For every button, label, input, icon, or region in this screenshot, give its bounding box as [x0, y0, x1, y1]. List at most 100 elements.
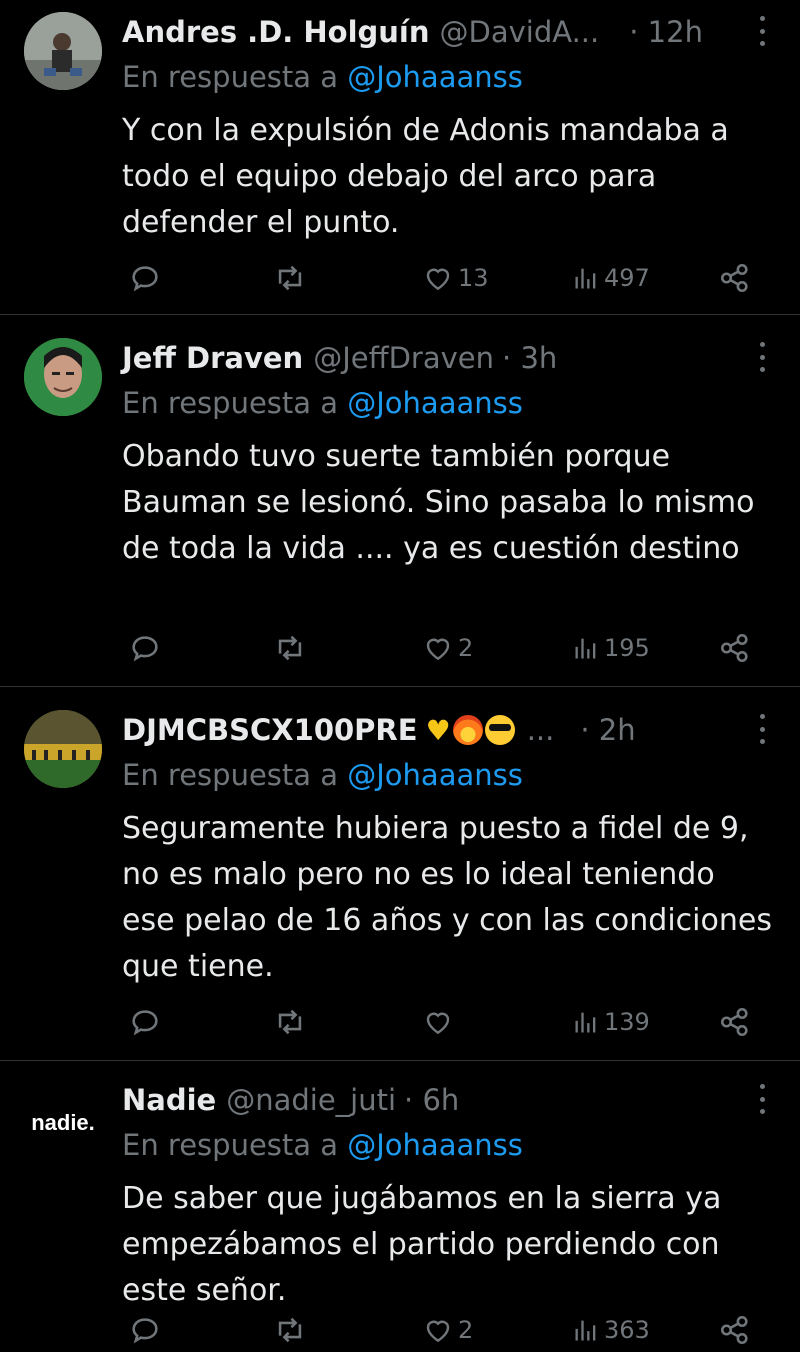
name-overflow: ... — [526, 713, 555, 747]
display-name[interactable]: Andres .D. Holguín — [122, 15, 430, 49]
tweet[interactable]: Jeff Draven @JeffDraven · 3h En respuest… — [0, 338, 800, 678]
tweet-header: Jeff Draven @JeffDraven · 3h — [122, 338, 740, 378]
reply-context: En respuesta a @Johaaanss — [122, 1128, 523, 1162]
fire-emoji-icon — [452, 715, 483, 745]
like-icon — [426, 638, 450, 661]
reply-prefix: En respuesta a — [122, 1128, 339, 1162]
like-button[interactable]: 13 — [422, 258, 489, 298]
tweet-text: Y con la expulsión de Adonis mandaba a t… — [122, 113, 729, 240]
retweet-button[interactable] — [272, 1002, 308, 1042]
heart-emoji-icon: ♥ — [425, 713, 451, 747]
retweet-icon — [278, 1317, 302, 1343]
more-icon[interactable] — [752, 342, 772, 372]
action-bar: 2 363 — [0, 1310, 800, 1350]
display-name[interactable]: Nadie — [122, 1083, 216, 1117]
display-name[interactable]: Jeff Draven — [122, 341, 303, 375]
retweet-button[interactable] — [272, 628, 308, 668]
tweet-text: De saber que jugábamos en la sierra ya e… — [122, 1181, 722, 1308]
share-button[interactable] — [718, 628, 752, 668]
divider — [0, 686, 800, 687]
reply-icon — [132, 636, 158, 662]
user-handle[interactable]: @DavidA... — [440, 15, 600, 49]
views-button[interactable]: 363 — [572, 1310, 650, 1350]
views-icon — [575, 638, 596, 659]
share-icon — [720, 1315, 748, 1345]
reply-button[interactable] — [128, 1310, 162, 1350]
reply-prefix: En respuesta a — [122, 386, 339, 420]
like-icon — [426, 1012, 450, 1035]
timestamp[interactable]: · 2h — [580, 713, 635, 747]
more-icon[interactable] — [752, 714, 772, 744]
reply-context: En respuesta a @Johaaanss — [122, 60, 523, 94]
user-handle[interactable]: @nadie_juti — [226, 1083, 396, 1117]
timestamp[interactable]: · 3h — [502, 341, 557, 375]
tweet[interactable]: DJMCBSCX100PRE ♥ ... · 2h En respuesta a… — [0, 710, 800, 1050]
share-icon — [720, 1007, 748, 1037]
views-icon — [575, 1320, 596, 1341]
avatar-logo-text: nadie. — [31, 1110, 95, 1135]
views-icon — [575, 268, 596, 289]
views-button[interactable]: 497 — [572, 258, 650, 298]
retweet-icon — [278, 1009, 302, 1035]
display-name[interactable]: DJMCBSCX100PRE — [122, 713, 418, 747]
divider — [0, 1060, 800, 1061]
like-count: 2 — [458, 634, 474, 662]
like-count: 2 — [458, 1316, 474, 1344]
action-bar: 2 195 — [0, 628, 800, 668]
avatar[interactable]: nadie. — [24, 1084, 102, 1162]
like-count: 13 — [458, 264, 489, 292]
like-button[interactable]: 2 — [422, 1310, 473, 1350]
tweet-header: Andres .D. Holguín @DavidA... · 12h — [122, 12, 740, 52]
like-button[interactable]: 2 — [422, 628, 473, 668]
user-handle[interactable]: @JeffDraven — [313, 341, 494, 375]
timestamp[interactable]: · 6h — [404, 1083, 459, 1117]
reply-icon — [132, 1318, 158, 1344]
retweet-button[interactable] — [272, 258, 308, 298]
share-icon — [720, 263, 748, 293]
like-icon — [426, 1320, 450, 1343]
tweet-text: Obando tuvo suerte también porque Bauman… — [122, 439, 755, 566]
more-icon[interactable] — [752, 16, 772, 46]
retweet-icon — [278, 635, 302, 661]
timestamp[interactable]: · 12h — [629, 15, 703, 49]
mention-link[interactable]: @Johaaanss — [347, 60, 523, 94]
retweet-button[interactable] — [272, 1310, 308, 1350]
avatar[interactable] — [24, 12, 102, 90]
reply-icon — [132, 1010, 158, 1036]
view-count: 363 — [604, 1316, 650, 1344]
action-bar: 13 497 — [0, 258, 800, 298]
reply-context: En respuesta a @Johaaanss — [122, 758, 523, 792]
reply-prefix: En respuesta a — [122, 60, 339, 94]
views-button[interactable]: 139 — [572, 1002, 650, 1042]
view-count: 139 — [604, 1008, 650, 1036]
reply-icon — [132, 266, 158, 292]
divider — [0, 314, 800, 315]
share-button[interactable] — [718, 1002, 752, 1042]
share-button[interactable] — [718, 258, 752, 298]
tweet-header: Nadie @nadie_juti · 6h — [122, 1080, 740, 1120]
reply-button[interactable] — [128, 628, 162, 668]
sunglasses-emoji-icon — [484, 715, 515, 745]
avatar[interactable] — [24, 710, 102, 788]
tweet[interactable]: Andres .D. Holguín @DavidA... · 12h En r… — [0, 12, 800, 312]
tweet[interactable]: nadie. Nadie @nadie_juti · 6h En respues… — [0, 1080, 800, 1352]
reply-context: En respuesta a @Johaaanss — [122, 386, 523, 420]
reply-prefix: En respuesta a — [122, 758, 339, 792]
action-bar: 139 — [0, 1002, 800, 1042]
more-icon[interactable] — [752, 1084, 772, 1114]
tweet-text: Seguramente hubiera puesto a fidel de 9,… — [122, 811, 772, 984]
share-button[interactable] — [718, 1310, 752, 1350]
mention-link[interactable]: @Johaaanss — [347, 1128, 523, 1162]
like-icon — [426, 268, 450, 291]
mention-link[interactable]: @Johaaanss — [347, 758, 523, 792]
mention-link[interactable]: @Johaaanss — [347, 386, 523, 420]
reply-button[interactable] — [128, 1002, 162, 1042]
view-count: 195 — [604, 634, 650, 662]
reply-button[interactable] — [128, 258, 162, 298]
avatar[interactable] — [24, 338, 102, 416]
like-button[interactable] — [422, 1002, 458, 1042]
views-icon — [575, 1012, 596, 1033]
retweet-icon — [278, 265, 302, 291]
view-count: 497 — [604, 264, 650, 292]
views-button[interactable]: 195 — [572, 628, 650, 668]
